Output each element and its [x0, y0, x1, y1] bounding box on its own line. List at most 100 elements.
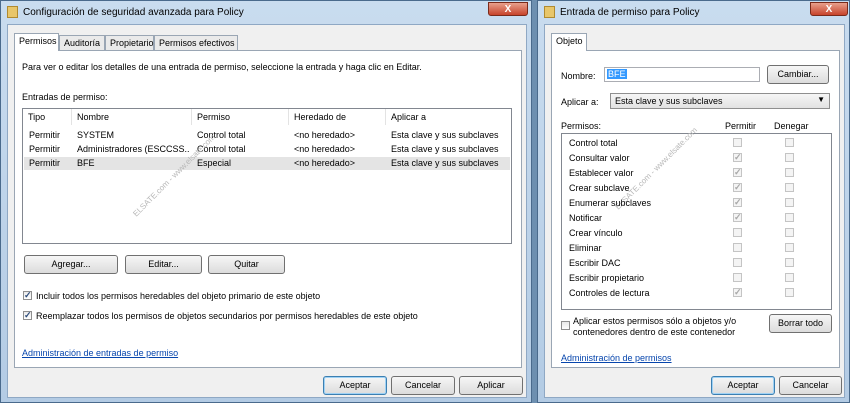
cell-permiso: Control total [197, 144, 246, 154]
cell-aplicar: Esta clave y sus subclaves [391, 130, 499, 140]
close-button[interactable]: X [488, 2, 528, 16]
chevron-down-icon: ▼ [817, 95, 825, 104]
clear-all-button[interactable]: Borrar todo [769, 314, 832, 333]
tab-objeto[interactable]: Objeto [551, 33, 587, 51]
deny-checkbox[interactable] [785, 168, 794, 177]
cancel-button[interactable]: Cancelar [779, 376, 842, 395]
allow-checkbox[interactable] [733, 228, 742, 237]
tab-permisos[interactable]: Permisos [14, 33, 59, 51]
cell-heredado: <no heredado> [294, 144, 356, 154]
ok-button[interactable]: Aceptar [711, 376, 775, 395]
perm-label: Crear subclave [569, 183, 630, 193]
deny-checkbox[interactable] [785, 138, 794, 147]
perm-label: Notificar [569, 213, 603, 223]
instructions-text: Para ver o editar los detalles de una en… [22, 62, 422, 72]
cell-aplicar: Esta clave y sus subclaves [391, 144, 499, 154]
title-bar[interactable]: Entrada de permiso para Policy X [538, 1, 849, 25]
permissions-list: ELSATE.com - www.elsate.com Control tota… [561, 126, 832, 310]
allow-checkbox[interactable] [733, 258, 742, 267]
deny-checkbox[interactable] [785, 243, 794, 252]
table-row[interactable]: Permitir BFE Especial <no heredado> Esta… [24, 157, 510, 170]
tab-permisos-efectivos[interactable]: Permisos efectivos [154, 35, 238, 51]
cell-heredado: <no heredado> [294, 130, 356, 140]
deny-checkbox[interactable] [785, 273, 794, 282]
column-header-aplicar[interactable]: Aplicar a [386, 109, 512, 125]
remove-button[interactable]: Quitar [208, 255, 285, 274]
edit-button[interactable]: Editar... [125, 255, 202, 274]
admin-entries-link[interactable]: Administración de entradas de permiso [22, 348, 178, 358]
replace-child-checkbox[interactable]: ✓ [23, 311, 32, 320]
apply-only-label-line1[interactable]: Aplicar estos permisos sólo a objetos y/… [573, 316, 736, 326]
add-button[interactable]: Agregar... [24, 255, 118, 274]
cell-nombre: SYSTEM [77, 130, 115, 140]
allow-checkbox[interactable]: ✓ [733, 213, 742, 222]
perm-label: Crear vínculo [569, 228, 623, 238]
allow-checkbox[interactable]: ✓ [733, 183, 742, 192]
include-inheritable-checkbox[interactable]: ✓ [23, 291, 32, 300]
name-label: Nombre: [561, 71, 596, 81]
permissions-label: Permisos: [561, 121, 602, 131]
window-client: Objeto Nombre: BFE Cambiar... Aplicar a:… [544, 24, 845, 398]
column-header-nombre[interactable]: Nombre [72, 109, 192, 125]
deny-checkbox[interactable] [785, 288, 794, 297]
permission-entry-window: Entrada de permiso para Policy X Objeto … [537, 0, 850, 403]
perm-label: Escribir DAC [569, 258, 621, 268]
tab-auditoria[interactable]: Auditoría [59, 35, 105, 51]
apply-to-value: Esta clave y sus subclaves [615, 96, 723, 106]
cancel-button[interactable]: Cancelar [391, 376, 455, 395]
deny-column-header: Denegar [774, 121, 809, 131]
window-title: Configuración de seguridad avanzada para… [23, 7, 244, 18]
deny-checkbox[interactable] [785, 153, 794, 162]
table-row[interactable]: Permitir Administradores (ESCCSS... Cont… [24, 143, 510, 156]
apply-only-label-line2[interactable]: contenedores dentro de este contenedor [573, 327, 735, 337]
deny-checkbox[interactable] [785, 258, 794, 267]
perm-label: Establecer valor [569, 168, 634, 178]
ok-button[interactable]: Aceptar [323, 376, 387, 395]
name-value: BFE [607, 69, 627, 79]
allow-checkbox[interactable] [733, 243, 742, 252]
perm-label: Consultar valor [569, 153, 630, 163]
allow-checkbox[interactable] [733, 273, 742, 282]
column-header-permiso[interactable]: Permiso [192, 109, 289, 125]
window-client: Permisos Auditoría Propietario Permisos … [7, 24, 527, 398]
deny-checkbox[interactable] [785, 198, 794, 207]
deny-checkbox[interactable] [785, 228, 794, 237]
permissions-panel: Para ver o editar los detalles de una en… [14, 50, 522, 368]
allow-column-header: Permitir [725, 121, 756, 131]
perm-label: Control total [569, 138, 618, 148]
allow-checkbox[interactable]: ✓ [733, 198, 742, 207]
close-button[interactable]: X [810, 2, 848, 16]
cell-tipo: Permitir [29, 130, 60, 140]
title-bar[interactable]: Configuración de seguridad avanzada para… [1, 1, 531, 25]
allow-checkbox[interactable]: ✓ [733, 153, 742, 162]
perm-label: Controles de lectura [569, 288, 650, 298]
change-button[interactable]: Cambiar... [767, 65, 829, 84]
tab-propietario[interactable]: Propietario [105, 35, 154, 51]
folder-icon [7, 6, 18, 18]
window-title: Entrada de permiso para Policy [560, 7, 700, 18]
perm-label: Enumerar subclaves [569, 198, 652, 208]
column-header-tipo[interactable]: Tipo [23, 109, 72, 125]
allow-checkbox[interactable]: ✓ [733, 168, 742, 177]
table-row[interactable]: Permitir SYSTEM Control total <no hereda… [24, 129, 510, 142]
object-panel: Nombre: BFE Cambiar... Aplicar a: Esta c… [551, 50, 840, 368]
include-inheritable-label[interactable]: Incluir todos los permisos heredables de… [36, 291, 320, 301]
apply-only-checkbox[interactable] [561, 321, 570, 330]
cell-aplicar: Esta clave y sus subclaves [391, 158, 499, 168]
allow-checkbox[interactable] [733, 138, 742, 147]
name-field[interactable]: BFE [604, 67, 760, 82]
deny-checkbox[interactable] [785, 213, 794, 222]
replace-child-label[interactable]: Reemplazar todos los permisos de objetos… [36, 311, 418, 321]
apply-button[interactable]: Aplicar [459, 376, 523, 395]
cell-nombre: BFE [77, 158, 95, 168]
cell-nombre: Administradores (ESCCSS... [77, 144, 189, 154]
column-header-heredado[interactable]: Heredado de [289, 109, 386, 125]
permission-entries-list[interactable]: Tipo Nombre Permiso Heredado de Aplicar … [22, 108, 512, 244]
allow-checkbox[interactable]: ✓ [733, 288, 742, 297]
cell-permiso: Especial [197, 158, 232, 168]
apply-to-select[interactable]: Esta clave y sus subclaves ▼ [610, 93, 830, 109]
cell-tipo: Permitir [29, 158, 60, 168]
apply-to-label: Aplicar a: [561, 97, 599, 107]
deny-checkbox[interactable] [785, 183, 794, 192]
admin-permissions-link[interactable]: Administración de permisos [561, 353, 672, 363]
